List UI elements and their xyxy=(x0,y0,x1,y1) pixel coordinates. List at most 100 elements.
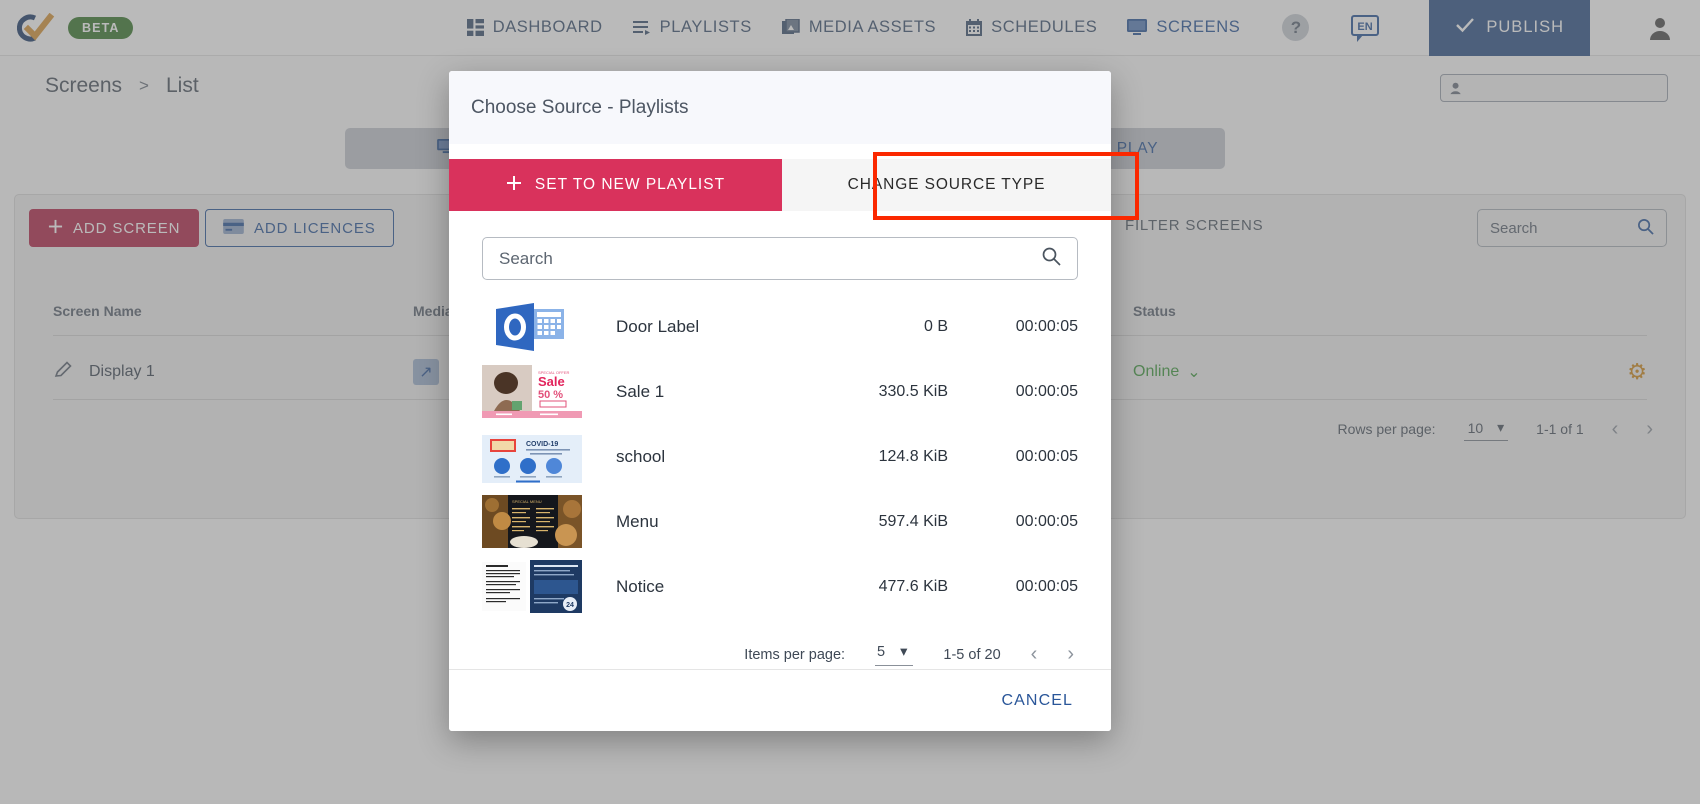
status-label: Online xyxy=(1133,363,1180,380)
check-icon xyxy=(1455,17,1475,38)
playlist-size: 330.5 KiB xyxy=(878,382,948,400)
covid-info-thumb-icon: COVID-19 xyxy=(482,430,582,483)
next-page-button[interactable]: › xyxy=(1646,418,1653,441)
playlist-duration: 00:00:05 xyxy=(1015,447,1078,465)
search-icon xyxy=(1637,218,1654,239)
thumbnail-cell: SPECIAL MENU xyxy=(482,495,592,548)
open-media-icon[interactable]: ↗ xyxy=(413,359,439,385)
thumbnail-cell: SPECIAL OFFER Sale 50 % xyxy=(482,365,592,418)
dialog-body: Door Label 0 B 00:00:05 xyxy=(449,211,1111,669)
table-range-label: 1-1 of 1 xyxy=(1536,421,1584,437)
items-per-page-value: 5 xyxy=(877,644,886,660)
rows-per-page-value: 10 xyxy=(1467,419,1484,436)
items-per-page-select[interactable]: 5 ▾ xyxy=(875,643,914,666)
dialog-next-page-button[interactable]: › xyxy=(1067,643,1074,666)
nav-label: SCREENS xyxy=(1156,18,1241,36)
publish-button[interactable]: PUBLISH xyxy=(1429,0,1590,56)
playlist-lines-icon xyxy=(632,20,651,36)
nav-label: DASHBOARD xyxy=(492,18,603,36)
svg-text:50 %: 50 % xyxy=(538,389,563,401)
plus-icon xyxy=(506,175,522,196)
publish-label: PUBLISH xyxy=(1486,18,1564,36)
playlist-list: Door Label 0 B 00:00:05 SPECIAL OFFER Sa… xyxy=(482,294,1078,619)
search-input[interactable] xyxy=(499,248,1041,269)
dialog-search-field[interactable] xyxy=(482,237,1078,280)
add-screen-button[interactable]: ADD SCREEN xyxy=(29,209,200,247)
list-item[interactable]: Door Label 0 B 00:00:05 xyxy=(482,294,1078,359)
app-root: BETA DASHBOARD PLAYLISTS MEDIA ASSETS SC… xyxy=(0,0,1700,804)
chevron-down-icon: ▾ xyxy=(1497,419,1505,435)
choose-source-dialog: Choose Source - Playlists SET TO NEW PLA… xyxy=(449,71,1111,731)
add-licences-button[interactable]: ADD LICENCES xyxy=(205,209,394,247)
change-source-type-label: CHANGE SOURCE TYPE xyxy=(847,176,1046,193)
screen-name-value: Display 1 xyxy=(89,363,155,380)
language-selector[interactable]: EN xyxy=(1349,13,1380,43)
user-quick-search[interactable] xyxy=(1440,74,1668,102)
playlist-name: Sale 1 xyxy=(616,381,665,401)
thumbnail-cell: COVID-19 xyxy=(482,430,592,483)
playlist-duration: 00:00:05 xyxy=(1015,577,1078,595)
playlist-duration: 00:00:05 xyxy=(1015,512,1078,530)
svg-text:EN: EN xyxy=(1358,21,1373,33)
playlist-name: Notice xyxy=(616,576,665,596)
playlist-duration: 00:00:05 xyxy=(1015,317,1078,335)
help-icon[interactable]: ? xyxy=(1282,14,1310,41)
logo-check-icon xyxy=(16,12,57,43)
table-paginator: Rows per page: 10 ▾ 1-1 of 1 ‹ › xyxy=(1337,417,1653,441)
thumbnail-cell xyxy=(482,300,592,353)
playlist-name: Menu xyxy=(616,511,659,531)
playlist-size: 477.6 KiB xyxy=(878,577,948,595)
thumbnail-cell: 24 xyxy=(482,560,592,613)
nav-item-screens[interactable]: SCREENS xyxy=(1127,18,1240,37)
breadcrumb-root[interactable]: Screens xyxy=(45,74,122,98)
dialog-title: Choose Source - Playlists xyxy=(471,96,689,118)
top-nav-items: DASHBOARD PLAYLISTS MEDIA ASSETS SCHEDUL… xyxy=(466,0,1700,56)
credit-card-icon xyxy=(223,218,244,238)
svg-text:SPECIAL MENU: SPECIAL MENU xyxy=(512,499,542,504)
filter-screens-button[interactable]: FILTER SCREENS xyxy=(1125,217,1263,234)
dashboard-grid-icon xyxy=(466,19,484,36)
dialog-tab-row: SET TO NEW PLAYLIST CHANGE SOURCE TYPE xyxy=(449,159,1111,211)
items-per-page-label: Items per page: xyxy=(744,646,846,663)
status-badge[interactable]: Online ⌄ xyxy=(1133,362,1333,382)
playlist-name: school xyxy=(616,446,666,466)
rows-per-page-select[interactable]: 10 ▾ xyxy=(1463,417,1509,441)
svg-text:24: 24 xyxy=(566,602,574,609)
outlook-doc-thumb-icon xyxy=(482,300,582,353)
menu-dark-thumb-icon: SPECIAL MENU xyxy=(482,495,582,548)
dialog-prev-page-button[interactable]: ‹ xyxy=(1031,643,1038,666)
beta-badge: BETA xyxy=(68,16,133,39)
svg-text:Sale: Sale xyxy=(538,374,565,389)
playlist-duration: 00:00:05 xyxy=(1015,382,1078,400)
table-search-input[interactable]: Search xyxy=(1477,209,1667,247)
list-item[interactable]: 24 Notice 477.6 KiB 00:00:05 xyxy=(482,554,1078,619)
svg-text:COVID-19: COVID-19 xyxy=(526,441,558,448)
top-navigation-bar: BETA DASHBOARD PLAYLISTS MEDIA ASSETS SC… xyxy=(0,0,1700,56)
set-to-new-playlist-tab[interactable]: SET TO NEW PLAYLIST xyxy=(449,159,782,211)
list-item[interactable]: SPECIAL MENU Menu 597.4 KiB 00:00:05 xyxy=(482,489,1078,554)
change-source-type-tab[interactable]: CHANGE SOURCE TYPE xyxy=(782,159,1111,211)
row-settings-gear-icon[interactable]: ⚙ xyxy=(1627,359,1647,385)
list-item[interactable]: COVID-19 school 124.8 KiB 00:00:05 xyxy=(482,424,1078,489)
user-avatar-icon[interactable] xyxy=(1620,0,1700,56)
nav-label: SCHEDULES xyxy=(991,18,1098,36)
list-item[interactable]: SPECIAL OFFER Sale 50 % Sale 1 330.5 KiB xyxy=(482,359,1078,424)
add-screen-label: ADD SCREEN xyxy=(73,219,181,237)
search-icon[interactable] xyxy=(1041,246,1061,271)
nav-item-media-assets[interactable]: MEDIA ASSETS xyxy=(781,18,936,37)
media-images-icon xyxy=(781,19,800,36)
nav-item-playlists[interactable]: PLAYLISTS xyxy=(632,18,752,37)
nav-item-dashboard[interactable]: DASHBOARD xyxy=(466,18,603,37)
dialog-header: Choose Source - Playlists xyxy=(449,71,1111,144)
cell-screen-name: Display 1 xyxy=(53,360,413,385)
search-value: Search xyxy=(1490,219,1538,237)
nav-item-schedules[interactable]: SCHEDULES xyxy=(966,18,1097,37)
brand-logo[interactable]: BETA xyxy=(0,12,133,43)
rows-per-page-label: Rows per page: xyxy=(1337,421,1436,437)
dialog-footer: CANCEL xyxy=(449,669,1111,731)
prev-page-button[interactable]: ‹ xyxy=(1612,418,1619,441)
breadcrumb-current: List xyxy=(165,74,199,97)
edit-pencil-icon[interactable] xyxy=(53,360,73,385)
cancel-button[interactable]: CANCEL xyxy=(991,684,1083,718)
plus-icon xyxy=(48,219,63,238)
